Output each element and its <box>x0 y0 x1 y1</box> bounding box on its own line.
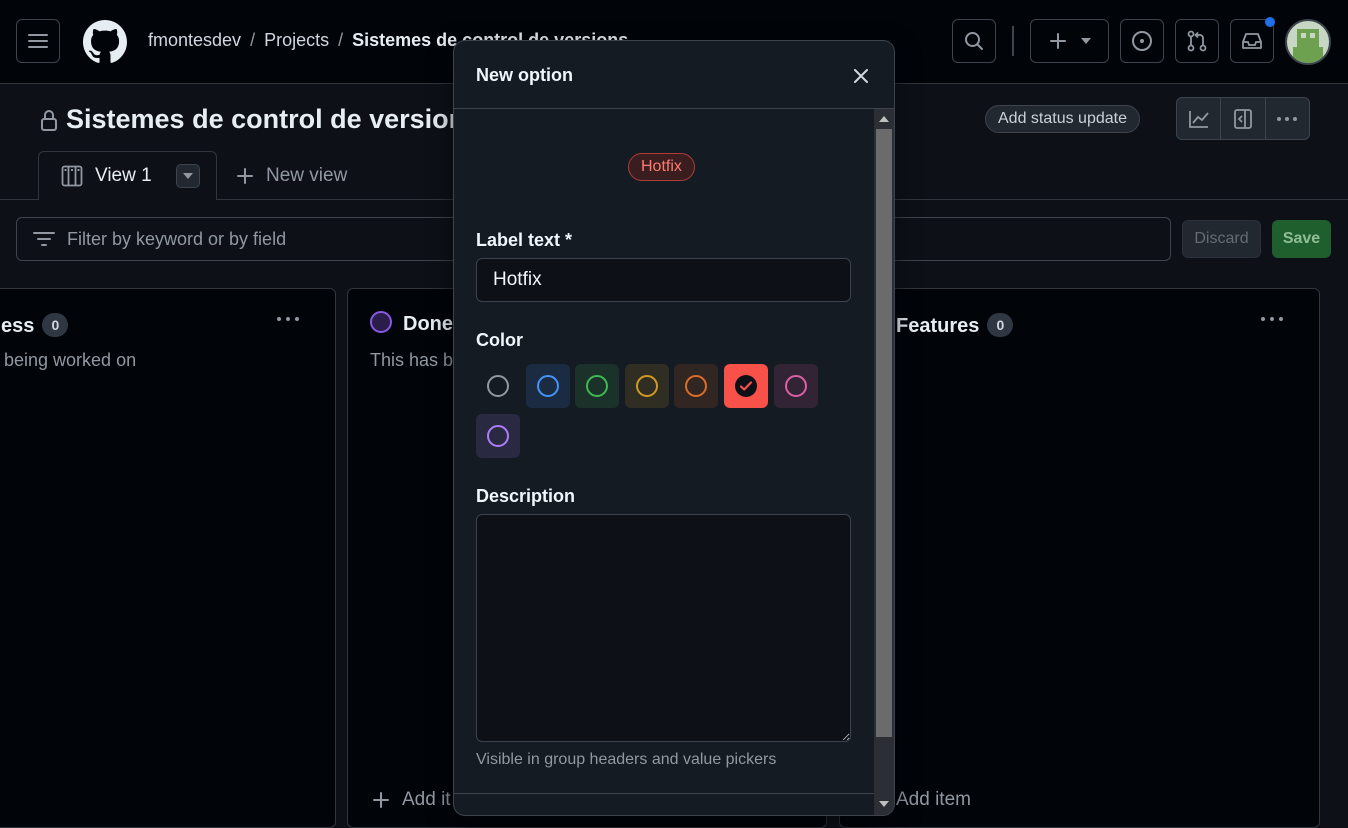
color-swatch-gray[interactable] <box>476 364 520 408</box>
color-ring-icon <box>487 425 509 447</box>
column-description: being worked on <box>4 350 137 370</box>
breadcrumb-projects[interactable]: Projects <box>264 30 329 50</box>
add-item-button[interactable]: Add item <box>896 789 971 811</box>
avatar[interactable] <box>1285 19 1331 65</box>
column-menu-button[interactable] <box>276 305 300 328</box>
board-view-icon <box>61 165 83 187</box>
triangle-down-icon <box>182 173 193 179</box>
create-new-button[interactable] <box>1030 19 1109 63</box>
dialog-header: New option <box>454 41 894 109</box>
scroll-up-arrow-icon[interactable] <box>879 116 889 122</box>
hamburger-icon <box>28 34 48 48</box>
save-button[interactable]: Save <box>1272 220 1331 258</box>
insights-button[interactable] <box>1177 98 1222 139</box>
kebab-horizontal-icon <box>1261 317 1283 321</box>
color-swatch-red[interactable] <box>724 364 768 408</box>
breadcrumb-separator: / <box>250 30 256 50</box>
notification-dot-icon <box>1265 17 1275 27</box>
kebab-horizontal-icon <box>1277 116 1298 121</box>
new-view-button[interactable]: New view <box>236 165 347 187</box>
new-option-dialog: New option Hotfix Label text * Color Des… <box>453 40 895 816</box>
color-ring-icon <box>784 375 807 397</box>
color-swatch-green[interactable] <box>575 364 620 408</box>
check-circle-icon <box>735 375 757 397</box>
color-swatch-yellow[interactable] <box>624 364 669 408</box>
new-view-label: New view <box>266 165 348 186</box>
inbox-icon <box>1242 33 1262 49</box>
dialog-footer-divider <box>454 793 874 794</box>
color-swatch-orange[interactable] <box>674 364 719 408</box>
menu-button[interactable] <box>16 19 60 63</box>
toolbar-divider <box>1012 26 1014 56</box>
color-ring-icon <box>487 375 509 397</box>
column-count-badge: 0 <box>987 313 1014 337</box>
breadcrumb-owner[interactable]: fmontesdev <box>148 30 241 50</box>
pull-requests-button[interactable] <box>1175 19 1219 63</box>
close-icon <box>854 69 868 83</box>
column-title: Done <box>403 313 453 335</box>
more-options-button[interactable] <box>1266 98 1309 139</box>
filter-icon <box>33 232 55 246</box>
graph-icon <box>1188 110 1209 128</box>
view-options-dropdown[interactable] <box>175 164 200 188</box>
issues-button[interactable] <box>1120 19 1164 63</box>
color-swatch-blue[interactable] <box>525 364 570 408</box>
close-button[interactable] <box>848 63 874 89</box>
add-status-update-button[interactable]: Add status update <box>985 105 1140 133</box>
column-count-badge: 0 <box>42 313 69 337</box>
breadcrumb-separator: / <box>338 30 344 50</box>
description-textarea[interactable] <box>476 514 851 742</box>
description-hint: Visible in group headers and value picke… <box>476 751 777 768</box>
status-circle-icon <box>370 311 392 333</box>
label-text-label: Label text * <box>476 230 573 250</box>
search-icon <box>965 32 983 50</box>
side-panel-button[interactable] <box>1221 98 1266 139</box>
column-title: ess 0 <box>1 313 69 338</box>
color-ring-icon <box>586 375 609 397</box>
color-swatch-purple[interactable] <box>476 414 520 458</box>
column-menu-button[interactable] <box>1260 305 1284 328</box>
git-pull-request-icon <box>1187 30 1207 52</box>
column-description: This has b <box>370 350 454 370</box>
color-ring-icon <box>635 375 658 397</box>
plus-icon <box>1049 33 1066 49</box>
tab-label: View 1 <box>95 165 152 186</box>
dialog-title: New option <box>476 65 573 85</box>
dialog-scrollbar[interactable] <box>874 109 894 815</box>
discard-button[interactable]: Discard <box>1182 220 1261 258</box>
kebab-horizontal-icon <box>277 317 299 321</box>
page-title: Sistemes de control de versions <box>40 104 480 135</box>
color-label: Color <box>476 330 523 350</box>
board-column-in-progress: ess 0 being worked on <box>0 288 336 828</box>
lock-icon <box>41 109 57 131</box>
color-ring-icon <box>536 375 559 397</box>
board-column-features: Features 0 Add item <box>839 288 1320 828</box>
project-title: Sistemes de control de versions <box>66 104 481 134</box>
sidebar-expand-icon <box>1234 108 1252 129</box>
scroll-down-arrow-icon[interactable] <box>879 801 889 807</box>
description-label: Description <box>476 486 576 506</box>
filter-placeholder: Filter by keyword or by field <box>67 228 287 249</box>
project-toolbar <box>1176 97 1310 140</box>
add-item-button[interactable]: Add it <box>372 789 451 811</box>
label-text-input[interactable] <box>476 258 851 302</box>
caret-down-icon <box>1080 38 1091 44</box>
tab-view-1[interactable]: View 1 <box>38 151 217 200</box>
option-preview-label: Hotfix <box>628 153 695 181</box>
issue-opened-icon <box>1132 31 1152 51</box>
github-logo-icon[interactable] <box>83 20 127 64</box>
color-swatch-pink[interactable] <box>773 364 818 408</box>
search-button[interactable] <box>952 19 996 63</box>
column-title: Features 0 <box>896 313 1014 338</box>
color-ring-icon <box>685 375 708 397</box>
plus-icon <box>373 792 389 808</box>
scrollbar-thumb[interactable] <box>876 129 892 737</box>
plus-icon <box>237 168 253 184</box>
